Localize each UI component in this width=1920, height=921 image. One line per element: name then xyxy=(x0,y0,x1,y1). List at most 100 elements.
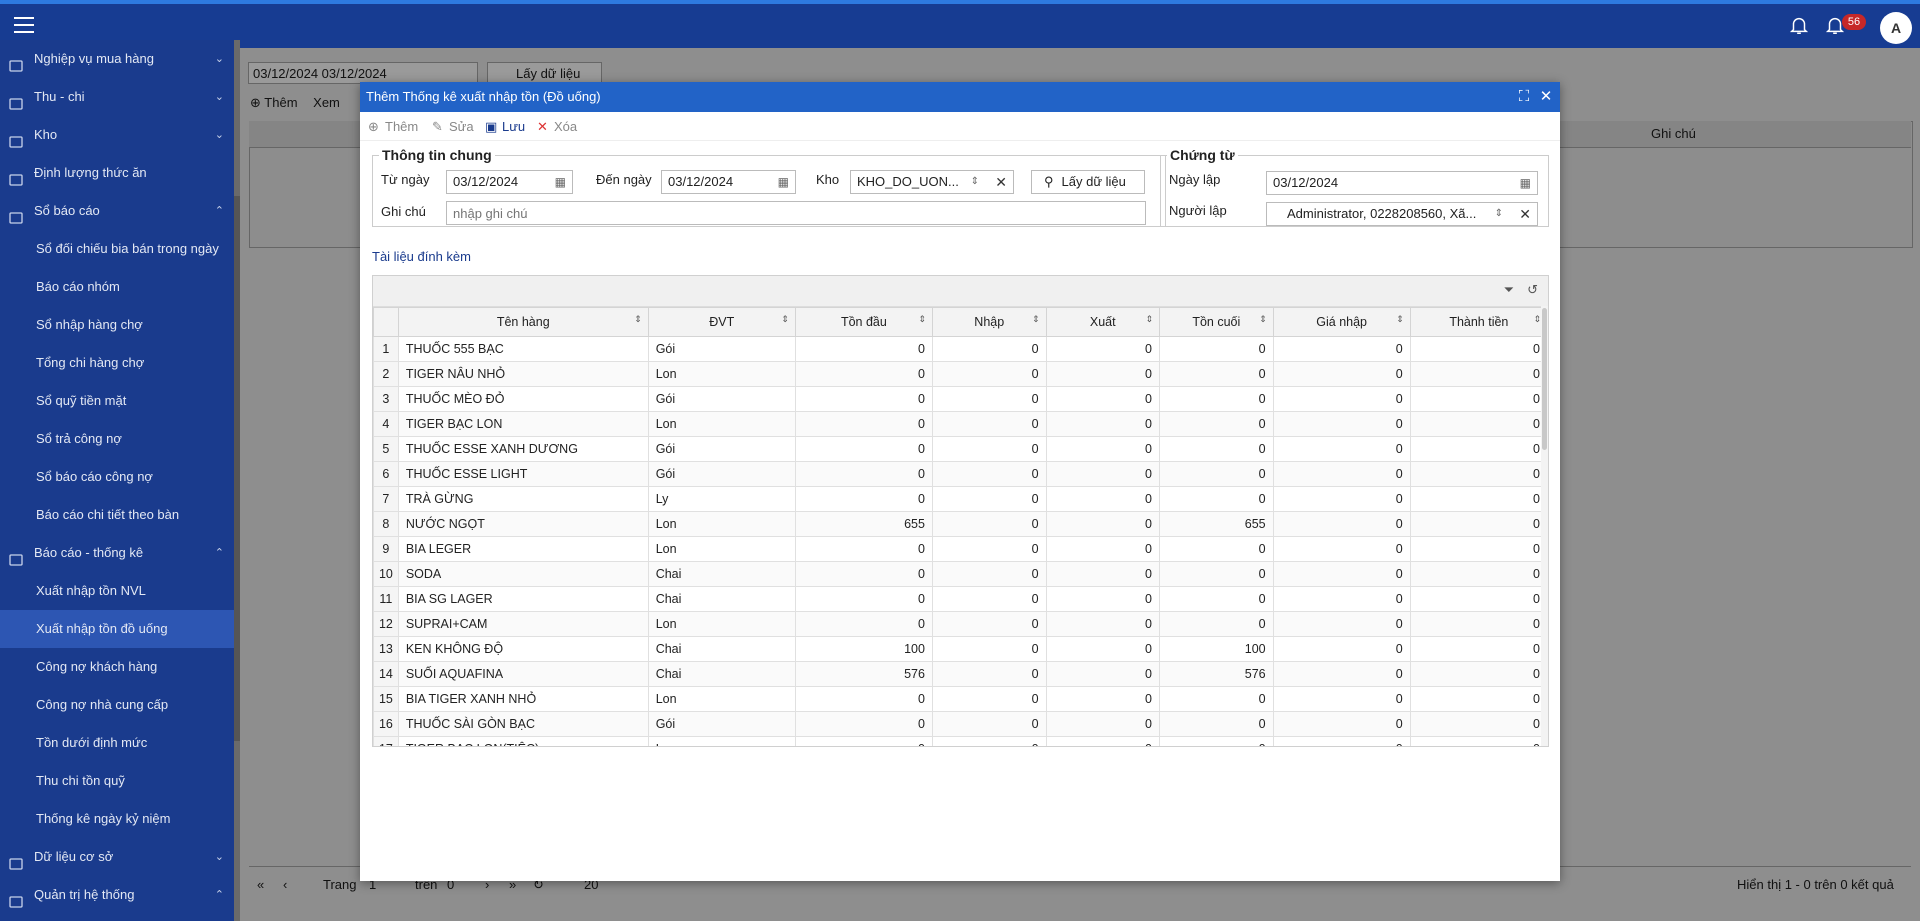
sort-icon[interactable]: ⇕ xyxy=(1259,314,1267,325)
sidebar-item[interactable]: Công nợ khách hàng xyxy=(0,648,234,686)
creator-select[interactable]: Administrator, 0228208560, Xã... ⇕ ✕ xyxy=(1266,202,1538,226)
column-header[interactable]: Nhập ⇕ xyxy=(931,307,1047,337)
sidebar-item[interactable]: Xuất nhập tồn NVL xyxy=(0,572,234,610)
maximize-icon[interactable]: ⛶ xyxy=(1514,82,1534,112)
table-row[interactable]: 16 THUỐC SÀI GÒN BẠC Gói 0 0 0 0 0 0 xyxy=(373,711,1548,737)
table-row[interactable]: 10 SODA Chai 0 0 0 0 0 0 xyxy=(373,561,1548,587)
table-row[interactable]: 14 SUỐI AQUAFINA Chai 576 0 0 576 0 0 xyxy=(373,661,1548,687)
note-input[interactable] xyxy=(446,201,1146,225)
column-header[interactable]: Tồn cuối ⇕ xyxy=(1159,307,1274,337)
sort-icon[interactable]: ⇕ xyxy=(1533,314,1541,325)
table-row[interactable]: 7 TRÀ GỪNG Ly 0 0 0 0 0 0 xyxy=(373,486,1548,512)
first-page-icon[interactable]: « xyxy=(257,877,264,892)
sidebar-item[interactable]: Sổ đối chiếu bia bán trong ngày xyxy=(0,230,234,268)
calendar-icon[interactable]: ▦ xyxy=(778,171,789,193)
table-row[interactable]: 4 TIGER BẠC LON Lon 0 0 0 0 0 0 xyxy=(373,411,1548,437)
sidebar-item[interactable]: Kho ⌄ xyxy=(0,116,234,154)
prev-page-icon[interactable]: ‹ xyxy=(283,877,287,892)
from-date-input[interactable]: 03/12/2024 ▦ xyxy=(446,170,573,194)
to-date-input[interactable]: 03/12/2024 ▦ xyxy=(661,170,796,194)
sidebar-item[interactable]: Sổ báo cáo ⌃ xyxy=(0,192,234,230)
calendar-icon[interactable]: ▦ xyxy=(555,171,566,193)
column-header[interactable]: ĐVT ⇕ xyxy=(647,307,796,337)
sidebar-item[interactable]: Định lượng thức ăn xyxy=(0,154,234,192)
table-row[interactable]: 6 THUỐC ESSE LIGHT Gói 0 0 0 0 0 0 xyxy=(373,461,1548,487)
clear-filter-icon[interactable]: ⏷ xyxy=(1504,282,1514,298)
sort-icon[interactable]: ⇕ xyxy=(1145,314,1153,325)
sidebar-item[interactable]: Thống kê ngày kỷ niệm xyxy=(0,800,234,838)
sidebar-item[interactable]: Thu - chi ⌄ xyxy=(0,78,234,116)
grid-scroll-thumb[interactable] xyxy=(1542,308,1547,450)
user-avatar[interactable]: A xyxy=(1880,12,1912,44)
sidebar-item[interactable]: Sổ nhập hàng chợ xyxy=(0,306,234,344)
hamburger-menu-icon[interactable] xyxy=(14,17,34,33)
chevron-up-icon[interactable]: ⌃ xyxy=(215,876,224,914)
column-header[interactable]: Tên hàng ⇕ xyxy=(397,307,649,337)
table-body: 1 THUỐC 555 BẠC Gói 0 0 0 0 0 0 2 TIGER NÂU NHỎ Lon… xyxy=(373,336,1548,746)
bg-add-button[interactable]: Thêm xyxy=(264,95,297,110)
clear-warehouse-icon[interactable]: ✕ xyxy=(995,171,1007,193)
chevron-down-icon[interactable]: ⌄ xyxy=(215,40,224,78)
column-header[interactable]: Giá nhập ⇕ xyxy=(1272,307,1411,337)
sidebar-item[interactable]: Báo cáo nhóm xyxy=(0,268,234,306)
attachments-link[interactable]: Tài liệu đính kèm xyxy=(372,249,471,264)
sidebar-item[interactable]: Sổ báo cáo công nợ xyxy=(0,458,234,496)
clear-creator-icon[interactable]: ✕ xyxy=(1519,203,1531,225)
chevron-up-icon[interactable]: ⌃ xyxy=(215,534,224,572)
sidebar-item[interactable]: Dữ liệu cơ sở ⌄ xyxy=(0,838,234,876)
sidebar-item[interactable]: Thu chi tồn quỹ xyxy=(0,762,234,800)
table-row[interactable]: 2 TIGER NÂU NHỎ Lon 0 0 0 0 0 0 xyxy=(373,361,1548,387)
top-bar: 56 A xyxy=(0,0,1920,48)
table-row[interactable]: 12 SUPRAI+CAM Lon 0 0 0 0 0 0 xyxy=(373,611,1548,637)
chevron-down-icon[interactable]: ⌄ xyxy=(215,838,224,876)
get-data-button[interactable]: ⚲ Lấy dữ liệu xyxy=(1031,170,1145,194)
sidebar-item[interactable]: Quản trị hệ thống ⌃ xyxy=(0,876,234,914)
sort-icon[interactable]: ⇕ xyxy=(634,314,642,325)
column-header[interactable]: Tồn đầu ⇕ xyxy=(794,307,933,337)
table-row[interactable]: 11 BIA SG LAGER Chai 0 0 0 0 0 0 xyxy=(373,586,1548,612)
chevron-down-icon[interactable]: ⌄ xyxy=(215,116,224,154)
created-date-input[interactable]: 03/12/2024 ▦ xyxy=(1266,171,1538,195)
table-row[interactable]: 5 THUỐC ESSE XANH DƯƠNG Gói 0 0 0 0 0 0 xyxy=(373,436,1548,462)
close-icon[interactable]: ✕ xyxy=(1536,82,1556,112)
table-row[interactable]: 15 BIA TIGER XANH NHỎ Lon 0 0 0 0 0 0 xyxy=(373,686,1548,712)
table-cell: THUỐC ESSE LIGHT xyxy=(397,461,649,487)
table-row[interactable]: 9 BIA LEGER Lon 0 0 0 0 0 0 xyxy=(373,536,1548,562)
table-cell: 0 xyxy=(1409,611,1548,637)
bg-date-range-input[interactable]: 03/12/2024 03/12/2024 xyxy=(248,62,478,84)
bg-get-data-button[interactable]: Lấy dữ liệu xyxy=(487,62,602,84)
delete-button[interactable]: ✕ Xóa xyxy=(537,119,577,135)
chevron-down-icon[interactable]: ⌄ xyxy=(215,78,224,116)
sidebar-item[interactable]: Nghiệp vụ mua hàng ⌄ xyxy=(0,40,234,78)
save-button[interactable]: ▣ Lưu xyxy=(485,119,525,135)
sidebar-item[interactable]: Báo cáo chi tiết theo bàn xyxy=(0,496,234,534)
sidebar-item[interactable]: Sổ trả công nợ xyxy=(0,420,234,458)
history-icon[interactable]: ↺ xyxy=(1527,282,1538,298)
chevron-up-icon[interactable]: ⌃ xyxy=(215,192,224,230)
table-row[interactable]: 8 NƯỚC NGỌT Lon 655 0 0 655 0 0 xyxy=(373,511,1548,537)
sidebar-item[interactable]: Tồn dưới định mức xyxy=(0,724,234,762)
sort-icon[interactable]: ⇕ xyxy=(1396,314,1404,325)
column-header[interactable]: Xuất ⇕ xyxy=(1045,307,1161,337)
warehouse-select[interactable]: KHO_DO_UON... ⇕ ✕ xyxy=(850,170,1014,194)
sidebar-item[interactable]: Sổ quỹ tiền mặt xyxy=(0,382,234,420)
table-row[interactable]: 3 THUỐC MÈO ĐỎ Gói 0 0 0 0 0 0 xyxy=(373,386,1548,412)
bg-view-button[interactable]: Xem xyxy=(313,95,340,110)
sidebar-item[interactable]: Công nợ nhà cung cấp xyxy=(0,686,234,724)
add-button[interactable]: ⊕ Thêm xyxy=(368,119,418,135)
sidebar-item[interactable]: Tổng chi hàng chợ xyxy=(0,344,234,382)
bell-settings-icon[interactable] xyxy=(1786,14,1812,40)
bg-add-icon: ⊕ xyxy=(250,95,261,110)
calendar-icon[interactable]: ▦ xyxy=(1520,172,1531,194)
edit-button[interactable]: ✎ Sửa xyxy=(432,119,474,135)
table-cell: Gói xyxy=(647,436,796,462)
sidebar-item[interactable]: Báo cáo - thống kê ⌃ xyxy=(0,534,234,572)
sidebar-item[interactable]: Xuất nhập tồn đồ uống xyxy=(0,610,234,648)
sort-icon[interactable]: ⇕ xyxy=(918,314,926,325)
sort-icon[interactable]: ⇕ xyxy=(781,314,789,325)
column-header[interactable]: Thành tiền ⇕ xyxy=(1409,307,1548,337)
sort-icon[interactable]: ⇕ xyxy=(1032,314,1040,325)
table-row[interactable]: 1 THUỐC 555 BẠC Gói 0 0 0 0 0 0 xyxy=(373,336,1548,362)
table-row[interactable]: 13 KEN KHÔNG ĐỘ Chai 100 0 0 100 0 0 xyxy=(373,636,1548,662)
table-row[interactable]: 17TIGER BẠC LON(TIỆC)Lon000000 xyxy=(373,736,1548,746)
